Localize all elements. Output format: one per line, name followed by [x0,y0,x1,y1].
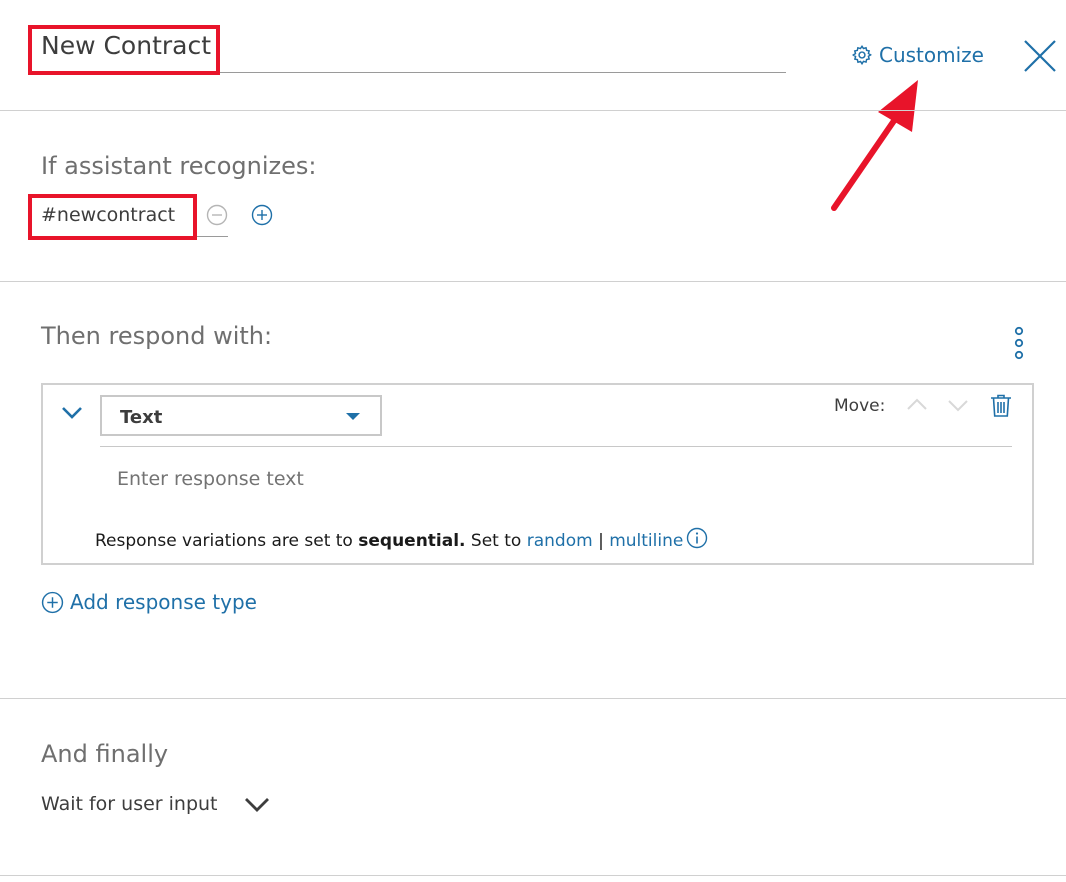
card-divider [100,446,1012,447]
caret-down-icon [346,413,360,420]
overflow-menu-vertical-icon [1014,326,1024,360]
finally-section-label: And finally [41,740,169,768]
condition-section-label: If assistant recognizes: [41,152,317,180]
move-down-button[interactable] [947,397,969,417]
move-up-button[interactable] [906,397,928,417]
collapse-response-button[interactable] [61,405,83,425]
close-button[interactable] [1022,38,1058,74]
chevron-down-icon [948,400,968,412]
section-divider [0,281,1066,282]
gear-icon [851,44,872,66]
add-response-type-button[interactable]: Add response type [41,590,257,614]
plus-circle-icon [41,591,64,613]
section-divider [0,698,1066,699]
finally-action-value: Wait for user input [41,793,218,815]
section-divider [0,875,1066,876]
annotation-arrow [831,80,918,211]
response-overflow-menu-button[interactable] [1011,326,1027,366]
chevron-down-icon [62,407,82,419]
variations-mode: sequential. [358,531,466,551]
option-separator: | [598,531,604,551]
trash-icon [991,394,1011,417]
minus-circle-icon [206,204,228,226]
variations-info-button[interactable] [686,527,708,553]
response-type-select[interactable]: Text [100,395,382,436]
customize-button[interactable]: Customize [851,43,984,67]
chevron-up-icon [907,398,927,410]
chevron-down-icon [244,798,269,812]
response-type-value: Text [120,407,163,428]
add-condition-button[interactable] [251,204,273,230]
variations-set-to: Set to [470,531,522,551]
response-text-input[interactable] [103,462,997,496]
info-icon [686,527,708,549]
finally-action-dropdown[interactable]: Wait for user input [41,793,270,815]
random-link[interactable]: random [527,531,593,551]
response-variations-note: Response variations are set to sequentia… [95,531,683,551]
condition-highlight-box [28,194,197,240]
delete-response-button[interactable] [990,394,1012,422]
plus-circle-icon [251,204,273,226]
customize-label: Customize [879,43,984,67]
remove-condition-button[interactable] [206,204,228,230]
move-label: Move: [834,396,886,416]
response-section-label: Then respond with: [41,322,273,350]
add-response-type-label: Add response type [70,590,257,614]
multiline-link[interactable]: multiline [609,531,683,551]
close-icon [1024,40,1056,72]
section-divider [0,110,1066,111]
title-highlight-box [28,25,220,75]
variations-prefix: Response variations are set to [95,531,353,551]
